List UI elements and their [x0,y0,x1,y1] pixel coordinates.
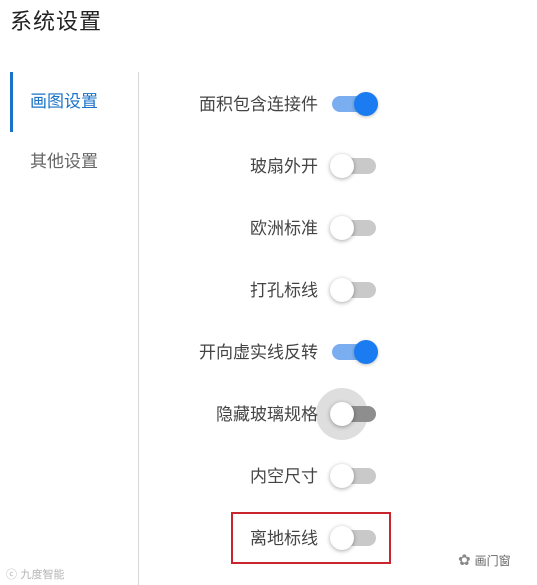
toggle-thumb [330,216,354,240]
setting-label: 开向虚实线反转 [199,343,318,363]
settings-list: 面积包含连接件 玻扇外开 欧洲标准 打孔标线 开向虚实线反转 隐藏玻璃规格 内空… [140,72,537,568]
european-standard-toggle[interactable] [330,216,376,240]
setting-label: 内空尺寸 [250,467,318,487]
setting-row-punch-marking: 打孔标线 [140,258,537,320]
setting-row-inner-dimension: 内空尺寸 [140,444,537,506]
watermark-left: ⓒ 九度智能 [6,568,65,581]
toggle-thumb [354,340,378,364]
setting-row-area-includes-connectors: 面积包含连接件 [140,72,537,134]
setting-row-hide-glass-spec: 隐藏玻璃规格 [140,382,537,444]
toggle-thumb [354,92,378,116]
inner-dimension-toggle[interactable] [330,464,376,488]
setting-row-glass-sash-outward: 玻扇外开 [140,134,537,196]
sidebar-item-drawing-settings[interactable]: 画图设置 [0,72,138,132]
toggle-thumb [330,464,354,488]
sidebar-divider [138,72,139,585]
watermark-right: ✿ 画门窗 [458,551,511,569]
wechat-icon: ✿ [458,551,471,569]
area-includes-connectors-toggle[interactable] [332,92,378,116]
toggle-thumb [330,278,354,302]
setting-label: 欧洲标准 [250,219,318,239]
highlight-annotation-box [231,512,391,564]
hide-glass-spec-toggle[interactable] [316,388,376,440]
setting-row-european-standard: 欧洲标准 [140,196,537,258]
toggle-thumb [330,402,354,426]
setting-label: 打孔标线 [250,281,318,301]
page-title: 系统设置 [10,10,103,35]
invert-opening-lines-toggle[interactable] [332,340,378,364]
setting-row-invert-opening-lines: 开向虚实线反转 [140,320,537,382]
setting-label: 玻扇外开 [250,157,318,177]
toggle-thumb [330,154,354,178]
glass-sash-outward-toggle[interactable] [330,154,376,178]
setting-label: 隐藏玻璃规格 [216,405,318,425]
sidebar: 画图设置 其他设置 [0,72,138,192]
sidebar-item-other-settings[interactable]: 其他设置 [0,132,138,192]
watermark-right-label: 画门窗 [474,554,511,568]
punch-marking-toggle[interactable] [330,278,376,302]
setting-label: 面积包含连接件 [199,95,318,115]
